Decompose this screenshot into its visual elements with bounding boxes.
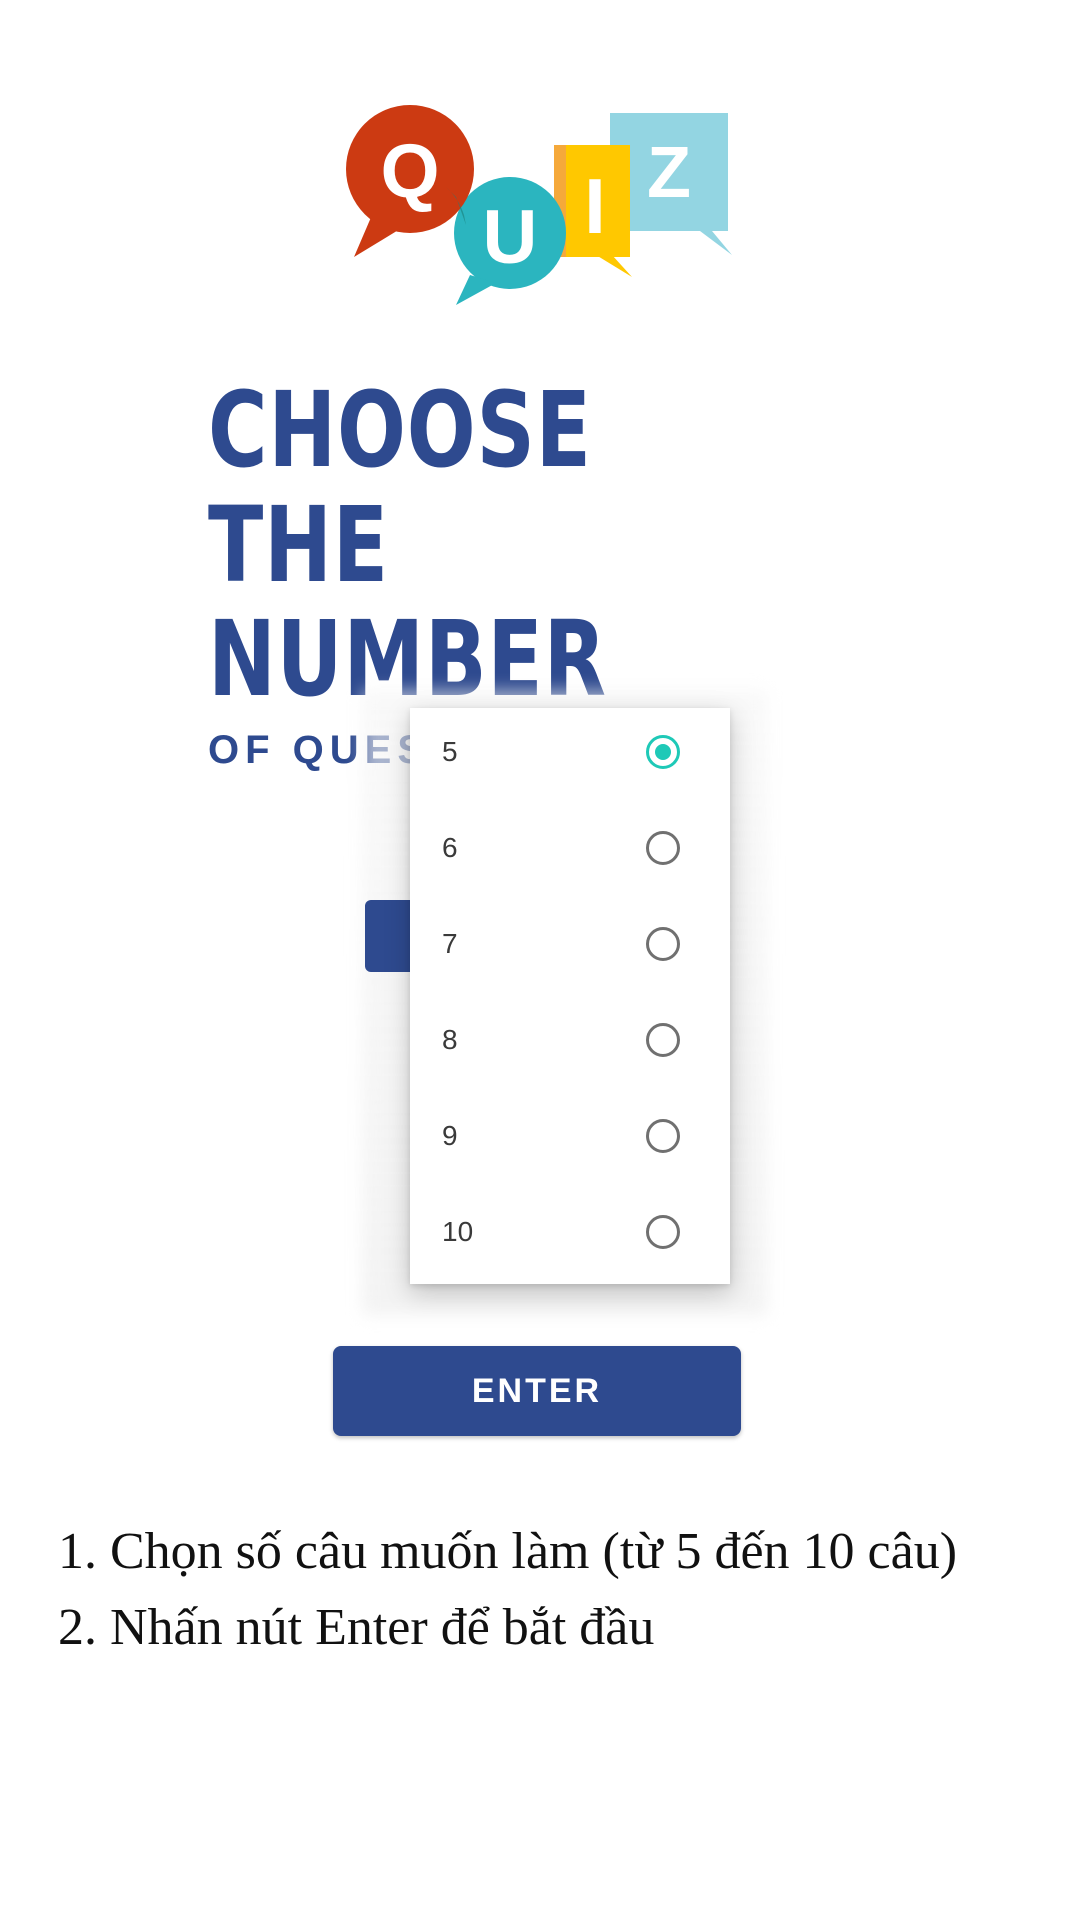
dropdown-option-7[interactable]: 7 <box>410 900 730 996</box>
option-label: 10 <box>442 1216 474 1247</box>
radio-unchecked-icon[interactable] <box>646 831 680 865</box>
logo-bubble-i: I <box>554 145 632 277</box>
option-label: 8 <box>442 1024 458 1055</box>
heading-line-2: THE <box>208 484 389 606</box>
option-label: 7 <box>442 928 458 959</box>
radio-checked-icon[interactable] <box>646 735 680 769</box>
instruction-1: 1. Chọn số câu muốn làm (từ 5 đến 10 câu… <box>58 1523 958 1580</box>
dropdown-option-9[interactable]: 9 <box>410 1092 730 1188</box>
logo-letter-i: I <box>584 162 606 250</box>
logo-letter-z: Z <box>647 133 691 213</box>
logo-letter-q: Q <box>380 129 439 214</box>
question-count-dropdown: 5 6 7 8 9 10 <box>410 708 730 1284</box>
dropdown-option-6[interactable]: 6 <box>410 804 730 900</box>
radio-unchecked-icon[interactable] <box>646 1023 680 1057</box>
dropdown-option-10[interactable]: 10 <box>410 1188 730 1284</box>
enter-button[interactable]: ENTER <box>333 1346 741 1436</box>
instruction-2: 2. Nhấn nút Enter để bắt đầu <box>58 1599 655 1656</box>
radio-unchecked-icon[interactable] <box>646 1215 680 1249</box>
dropdown-option-5[interactable]: 5 <box>410 708 730 804</box>
logo-letter-u: U <box>483 195 538 280</box>
option-label: 9 <box>442 1120 458 1151</box>
option-label: 6 <box>442 832 458 863</box>
dropdown-option-8[interactable]: 8 <box>410 996 730 1092</box>
heading-line-1: CHOOSE <box>208 369 592 491</box>
radio-unchecked-icon[interactable] <box>646 927 680 961</box>
radio-unchecked-icon[interactable] <box>646 1119 680 1153</box>
logo-bubble-u: U <box>454 177 566 305</box>
option-label: 5 <box>442 736 458 767</box>
quiz-logo: Z I U Q <box>346 105 732 305</box>
